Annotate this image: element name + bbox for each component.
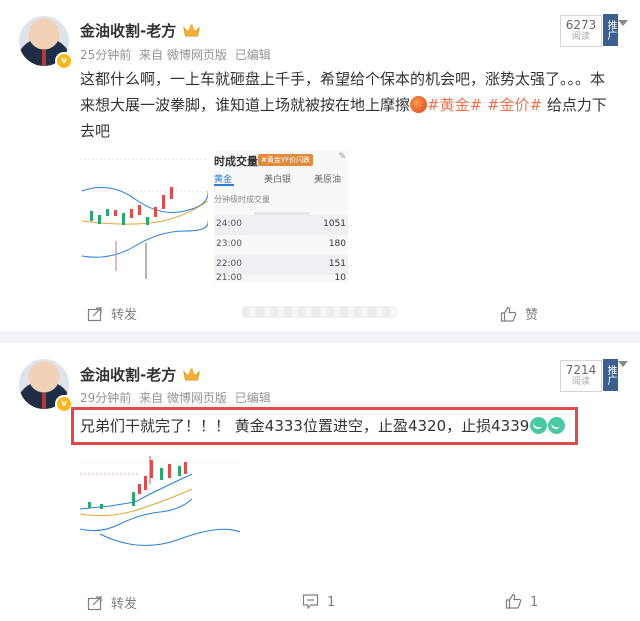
read-count-box: 7214 阅读 — [560, 360, 602, 392]
read-count-box: 6273 阅读 — [560, 15, 602, 47]
chevron-down-icon[interactable] — [618, 361, 628, 367]
forward-button[interactable]: 转发 — [87, 304, 137, 323]
panel-row: 21:00 10 — [214, 272, 348, 283]
chart-thumbnail — [80, 158, 208, 279]
author-name-text[interactable]: 金油收割-老方 — [80, 366, 176, 384]
author-name[interactable]: 金油收割-老方 — [80, 20, 201, 41]
like-button[interactable]: 1 — [505, 593, 538, 610]
row-value: 180 — [328, 239, 346, 249]
read-count: 6273 — [565, 18, 597, 32]
comment-count: 1 — [327, 595, 336, 610]
read-count-label: 阅读 — [571, 32, 590, 42]
crown-icon — [183, 24, 201, 37]
row-value: 10 — [334, 273, 346, 283]
avatar[interactable]: v — [19, 359, 73, 413]
like-count: 1 — [530, 595, 539, 610]
post-actions: 转发 赞 — [0, 294, 640, 332]
row-time: 23:00 — [216, 239, 242, 249]
highlight-annotation — [71, 407, 578, 445]
post-actions: 转发 1 1 — [0, 583, 640, 621]
panel-tab-silver: 美白银 — [264, 175, 292, 185]
share-icon — [87, 596, 102, 611]
avatar[interactable]: v — [19, 16, 73, 70]
like-button[interactable]: 赞 — [500, 304, 538, 323]
angry-emoji-icon — [410, 96, 428, 113]
post-image-panel[interactable]: 时成交量 #黄金YF价闪跌 ✎ 黄金 美白银 美原油 分钟级时成交量 24:00… — [214, 151, 348, 283]
chevron-down-icon[interactable] — [618, 20, 628, 26]
crown-icon — [183, 368, 201, 381]
row-time: 24:00 — [216, 219, 242, 229]
post-text: 这都什么啊，一上车就砸盘上千手，希望给个保本的机会吧，涨势太强了。。。本来想大展… — [80, 66, 615, 144]
post-card-2: v 金油收割-老方 29分钟前 来自 微博网页版 已编辑 7214 阅读 推广 … — [0, 343, 640, 621]
verified-badge-icon: v — [55, 52, 73, 70]
promote-button[interactable]: 推广 — [603, 14, 618, 46]
post-source: 来自 微博网页版 — [139, 391, 227, 405]
row-time: 21:00 — [216, 273, 242, 283]
panel-tab-oil: 美原油 — [314, 175, 342, 185]
share-icon — [87, 307, 102, 322]
thumbs-up-icon — [500, 306, 517, 322]
promote-label: 推广 — [605, 20, 616, 40]
comment-button[interactable]: 1 — [302, 593, 335, 610]
post-card-1: v 金油收割-老方 25分钟前 来自 微博网页版 已编辑 6273 阅读 推广 … — [0, 0, 640, 331]
thumbs-up-icon — [505, 593, 522, 609]
post-meta: 25分钟前 来自 微博网页版 已编辑 — [80, 46, 275, 63]
read-count-label: 阅读 — [571, 377, 590, 387]
hashtag-gold-price[interactable]: #金价# — [487, 96, 542, 114]
post-image-chart[interactable] — [80, 454, 240, 562]
panel-row: 23:00 180 — [214, 235, 348, 255]
panel-subtitle: 分钟级时成交量 — [214, 195, 270, 204]
like-label: 赞 — [525, 308, 539, 323]
post-time[interactable]: 25分钟前 — [80, 48, 131, 62]
author-name[interactable]: 金油收割-老方 — [80, 364, 201, 385]
edited-label[interactable]: 已编辑 — [235, 391, 271, 405]
active-tab-underline — [214, 184, 234, 186]
edited-label[interactable]: 已编辑 — [235, 48, 271, 62]
post-meta: 29分钟前 来自 微博网页版 已编辑 — [80, 389, 275, 406]
row-value: 151 — [328, 259, 346, 269]
post-image-chart[interactable] — [80, 151, 208, 283]
forward-label: 转发 — [111, 597, 138, 612]
hashtag-gold[interactable]: #黄金# — [427, 96, 482, 114]
panel-title: 时成交量 — [214, 155, 258, 168]
row-value: 1051 — [323, 219, 346, 229]
row-time: 22:00 — [216, 259, 242, 269]
post-time[interactable]: 29分钟前 — [80, 391, 131, 405]
panel-row: 24:00 1051 — [214, 215, 348, 235]
chart-thumbnail — [80, 456, 240, 546]
read-count: 7214 — [565, 363, 597, 377]
author-name-text[interactable]: 金油收割-老方 — [80, 22, 176, 40]
pin-icon: ✎ — [338, 152, 346, 162]
post-source: 来自 微博网页版 — [139, 48, 227, 62]
forward-label: 转发 — [111, 308, 138, 323]
comment-icon — [302, 594, 319, 609]
promote-button[interactable]: 推广 — [603, 359, 618, 391]
promote-label: 推广 — [605, 365, 616, 385]
panel-badge: #黄金YF价闪跌 — [258, 154, 314, 166]
forward-button[interactable]: 转发 — [87, 593, 137, 612]
